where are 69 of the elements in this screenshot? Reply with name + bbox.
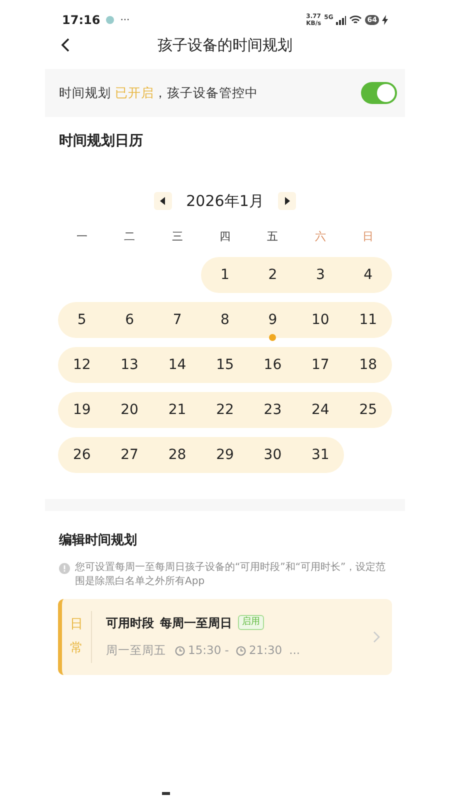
toggle-switch[interactable]	[361, 82, 397, 104]
section-title: 时间规划日历	[58, 132, 144, 151]
section-title: 编辑时间规划	[58, 532, 138, 550]
day-number[interactable]: 31	[312, 444, 330, 466]
day-number[interactable]: 9	[268, 310, 278, 330]
back-icon[interactable]	[61, 38, 70, 52]
signal-icon	[336, 16, 346, 24]
day-number[interactable]: 12	[72, 354, 91, 376]
day-number[interactable]: 6	[125, 310, 134, 330]
end-time: 21:30	[248, 642, 282, 659]
plan-type-label: 日	[70, 616, 83, 634]
page-title: 孩子设备的时间规划	[158, 34, 292, 56]
weekday-label: 二	[124, 228, 136, 244]
status-time: 17:16	[62, 12, 100, 29]
day-number[interactable]: 21	[168, 400, 186, 420]
plan-card[interactable]: 日 常 可用时段 每周一至周日 启用 周一至周五 15:30 - 21:30 ...	[58, 598, 392, 674]
day-number[interactable]: 22	[216, 400, 234, 420]
more-text: ...	[289, 642, 300, 659]
notification-icon	[106, 16, 114, 24]
day-number[interactable]: 2	[268, 264, 278, 286]
plan-status-text: 时间规划 已开启，孩子设备管控中	[59, 84, 258, 102]
day-number[interactable]: 15	[216, 354, 234, 376]
weekday-label: 四	[219, 228, 230, 244]
day-number[interactable]: 3	[316, 264, 325, 286]
weekday-label: 六	[314, 228, 326, 244]
start-time: 15:30 -	[188, 642, 229, 659]
day-number[interactable]: 8	[220, 310, 230, 330]
previous-month-icon[interactable]	[154, 192, 172, 210]
day-number[interactable]: 13	[120, 354, 138, 376]
day-number[interactable]: 14	[168, 354, 186, 376]
info-icon	[59, 562, 70, 574]
day-number[interactable]: 23	[264, 400, 282, 420]
day-number[interactable]: 10	[312, 310, 330, 330]
weekday-label: 三	[172, 228, 183, 244]
day-number[interactable]: 1	[220, 264, 230, 286]
day-number[interactable]: 27	[120, 444, 138, 466]
plan-range: 每周一至周日	[160, 614, 232, 632]
day-number[interactable]: 26	[72, 444, 91, 466]
day-number[interactable]: 11	[359, 310, 378, 330]
clock-icon	[236, 646, 246, 656]
day-number[interactable]: 19	[72, 400, 91, 420]
chevron-right-icon	[373, 630, 380, 642]
month-label: 2026年1月	[186, 191, 264, 212]
wifi-icon	[349, 15, 362, 25]
home-indicator	[162, 792, 170, 795]
day-number[interactable]: 4	[364, 264, 373, 286]
day-number[interactable]: 28	[168, 444, 186, 466]
clock-icon	[175, 646, 185, 656]
day-number[interactable]: 17	[312, 354, 330, 376]
weekday-label: 五	[267, 228, 278, 244]
plan-type-label: 常	[70, 640, 83, 658]
enabled-badge: 启用	[238, 615, 264, 630]
weekday-label: 一	[76, 228, 88, 244]
day-number[interactable]: 7	[172, 310, 182, 330]
day-number[interactable]: 24	[312, 400, 330, 420]
plan-title: 可用时段	[106, 614, 154, 632]
day-number[interactable]: 25	[359, 400, 378, 420]
day-number[interactable]: 5	[77, 310, 86, 330]
day-number[interactable]: 20	[120, 400, 138, 420]
next-month-icon[interactable]	[278, 192, 296, 210]
day-number[interactable]: 29	[216, 444, 234, 466]
day-number[interactable]: 16	[264, 354, 282, 376]
day-number[interactable]: 18	[359, 354, 378, 376]
charging-icon	[382, 15, 388, 25]
info-text: 您可设置每周一至每周日孩子设备的“可用时段”和“可用时长”，设定范围是除黑白名单之外所有App	[75, 560, 387, 588]
more-icon: ···	[120, 12, 130, 28]
day-number[interactable]: 30	[264, 444, 282, 466]
plan-days: 周一至周五	[106, 642, 166, 660]
weekday-label: 日	[362, 228, 374, 244]
